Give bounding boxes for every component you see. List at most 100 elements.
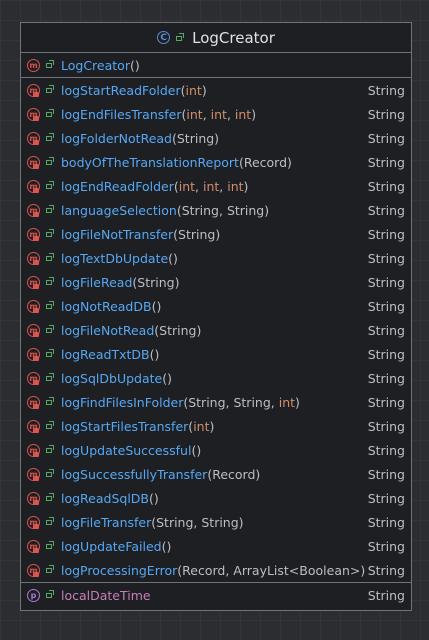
return-type: String [367, 394, 405, 410]
lock-icon [33, 451, 39, 457]
method-params: (String, String, int) [183, 394, 300, 410]
lock-icon [33, 283, 39, 289]
private-method-icon: m [27, 275, 40, 289]
lock-icon [33, 211, 39, 217]
private-method-icon: m [27, 395, 40, 409]
private-method-icon: m [27, 203, 40, 217]
lock-icon [33, 115, 39, 121]
method-name: logFolderNotRead [61, 130, 172, 146]
private-method-icon: m [27, 299, 40, 313]
method-name: bodyOfTheTranslationReport [61, 154, 239, 170]
method-row[interactable]: m logFileTransfer (String, String) String [21, 510, 411, 534]
return-type: String [367, 130, 405, 146]
private-method-icon: m [27, 155, 40, 169]
method-params: () [191, 442, 202, 458]
return-type: String [367, 490, 405, 506]
private-method-icon: m [27, 491, 40, 505]
field-row[interactable]: p localDateTime String [21, 583, 411, 607]
method-row[interactable]: m logFileNotTransfer (String) String [21, 222, 411, 246]
method-params: (int) [180, 82, 207, 98]
method-row[interactable]: m logProcessingError (Record, ArrayList<Bo… [21, 558, 411, 582]
method-params: () [161, 538, 172, 554]
private-method-icon: m [27, 83, 40, 97]
lock-icon [33, 547, 39, 553]
private-method-icon: m [27, 251, 40, 265]
method-name: logFileTransfer [61, 514, 152, 530]
public-visibility-icon [46, 493, 54, 502]
return-type: String [367, 538, 405, 554]
method-name: logSuccessfullyTransfer [61, 466, 208, 482]
method-row[interactable]: m languageSelection (String, String) String [21, 198, 411, 222]
public-visibility-icon [46, 590, 54, 599]
constructor-row[interactable]: m LogCreator() [21, 53, 411, 77]
private-method-icon: m [27, 563, 40, 577]
method-row[interactable]: m logEndReadFolder (int, int, int) String [21, 174, 411, 198]
public-visibility-icon [46, 301, 54, 310]
public-visibility-icon [46, 469, 54, 478]
constructors-section: m LogCreator() [21, 53, 411, 78]
private-method-icon: m [27, 179, 40, 193]
public-visibility-icon [46, 397, 54, 406]
method-params: (int) [188, 418, 215, 434]
method-row[interactable]: m logTextDbUpdate() String [21, 246, 411, 270]
method-params: () [168, 250, 178, 266]
method-row[interactable]: m logUpdateFailed() String [21, 534, 411, 558]
method-name: logTextDbUpdate [61, 250, 169, 266]
method-row[interactable]: m logSqlDbUpdate() String [21, 366, 411, 390]
public-visibility-icon [176, 32, 185, 42]
uml-class-node[interactable]: C LogCreator m LogCreator() m logStartRea… [20, 22, 412, 611]
method-params: (String) [172, 130, 220, 146]
lock-icon [33, 139, 39, 145]
method-row[interactable]: m logNotReadDB() String [21, 294, 411, 318]
private-method-icon: m [27, 227, 40, 241]
method-name: logFileRead [61, 274, 133, 290]
public-visibility-icon [46, 229, 54, 238]
lock-icon [33, 523, 39, 529]
method-name: logStartReadFolder [61, 82, 181, 98]
method-row[interactable]: m logFileNotRead (String) String [21, 318, 411, 342]
return-type: String [367, 226, 405, 242]
private-method-icon: m [27, 131, 40, 145]
private-method-icon: m [27, 371, 40, 385]
private-method-icon: m [27, 539, 40, 553]
method-row[interactable]: m logStartFilesTransfer (int) String [21, 414, 411, 438]
private-method-icon: m [27, 515, 40, 529]
private-method-icon: m [27, 323, 40, 337]
method-row[interactable]: m logEndFilesTransfer (int, int, int) Strin… [21, 102, 411, 126]
return-type: String [367, 178, 405, 194]
public-visibility-icon [46, 517, 54, 526]
method-name: logSqlDbUpdate [61, 370, 163, 386]
method-row[interactable]: m logFileRead (String) String [21, 270, 411, 294]
method-params: (String, String) [151, 514, 244, 530]
method-name: logNotReadDB [61, 298, 152, 314]
lock-icon [33, 403, 39, 409]
method-row[interactable]: m logReadSqlDB() String [21, 486, 411, 510]
public-visibility-icon [46, 349, 54, 358]
method-row[interactable]: m logFolderNotRead (String) String [21, 126, 411, 150]
lock-icon [33, 355, 39, 361]
method-row[interactable]: m logReadTxtDB() String [21, 342, 411, 366]
method-params: () [149, 490, 159, 506]
method-params: (Record) [207, 466, 261, 482]
public-visibility-icon [46, 445, 54, 454]
method-name: logEndReadFolder [61, 178, 174, 194]
method-row[interactable]: m logStartReadFolder (int) String [21, 78, 411, 102]
method-row[interactable]: m logSuccessfullyTransfer (Record) String [21, 462, 411, 486]
method-row[interactable]: m bodyOfTheTranslationReport (Record) Strin… [21, 150, 411, 174]
method-row[interactable]: m logFindFilesInFolder (String, String, in… [21, 390, 411, 414]
public-visibility-icon [46, 157, 54, 166]
return-type: String [367, 154, 405, 170]
return-type: String [367, 274, 405, 290]
method-row[interactable]: m logUpdateSuccessful() String [21, 438, 411, 462]
public-visibility-icon [46, 60, 54, 69]
method-name: logFindFilesInFolder [61, 394, 184, 410]
class-header[interactable]: C LogCreator [21, 23, 411, 53]
private-method-icon: m [27, 347, 40, 361]
method-params: (String) [173, 226, 221, 242]
field-type: String [367, 587, 405, 603]
method-params: (String, String) [176, 202, 270, 218]
property-icon: p [27, 588, 40, 602]
method-name: logUpdateFailed [61, 538, 162, 554]
method-params: (Record, ArrayList<Boolean>) [177, 562, 366, 578]
method-name: logReadSqlDB [61, 490, 150, 506]
